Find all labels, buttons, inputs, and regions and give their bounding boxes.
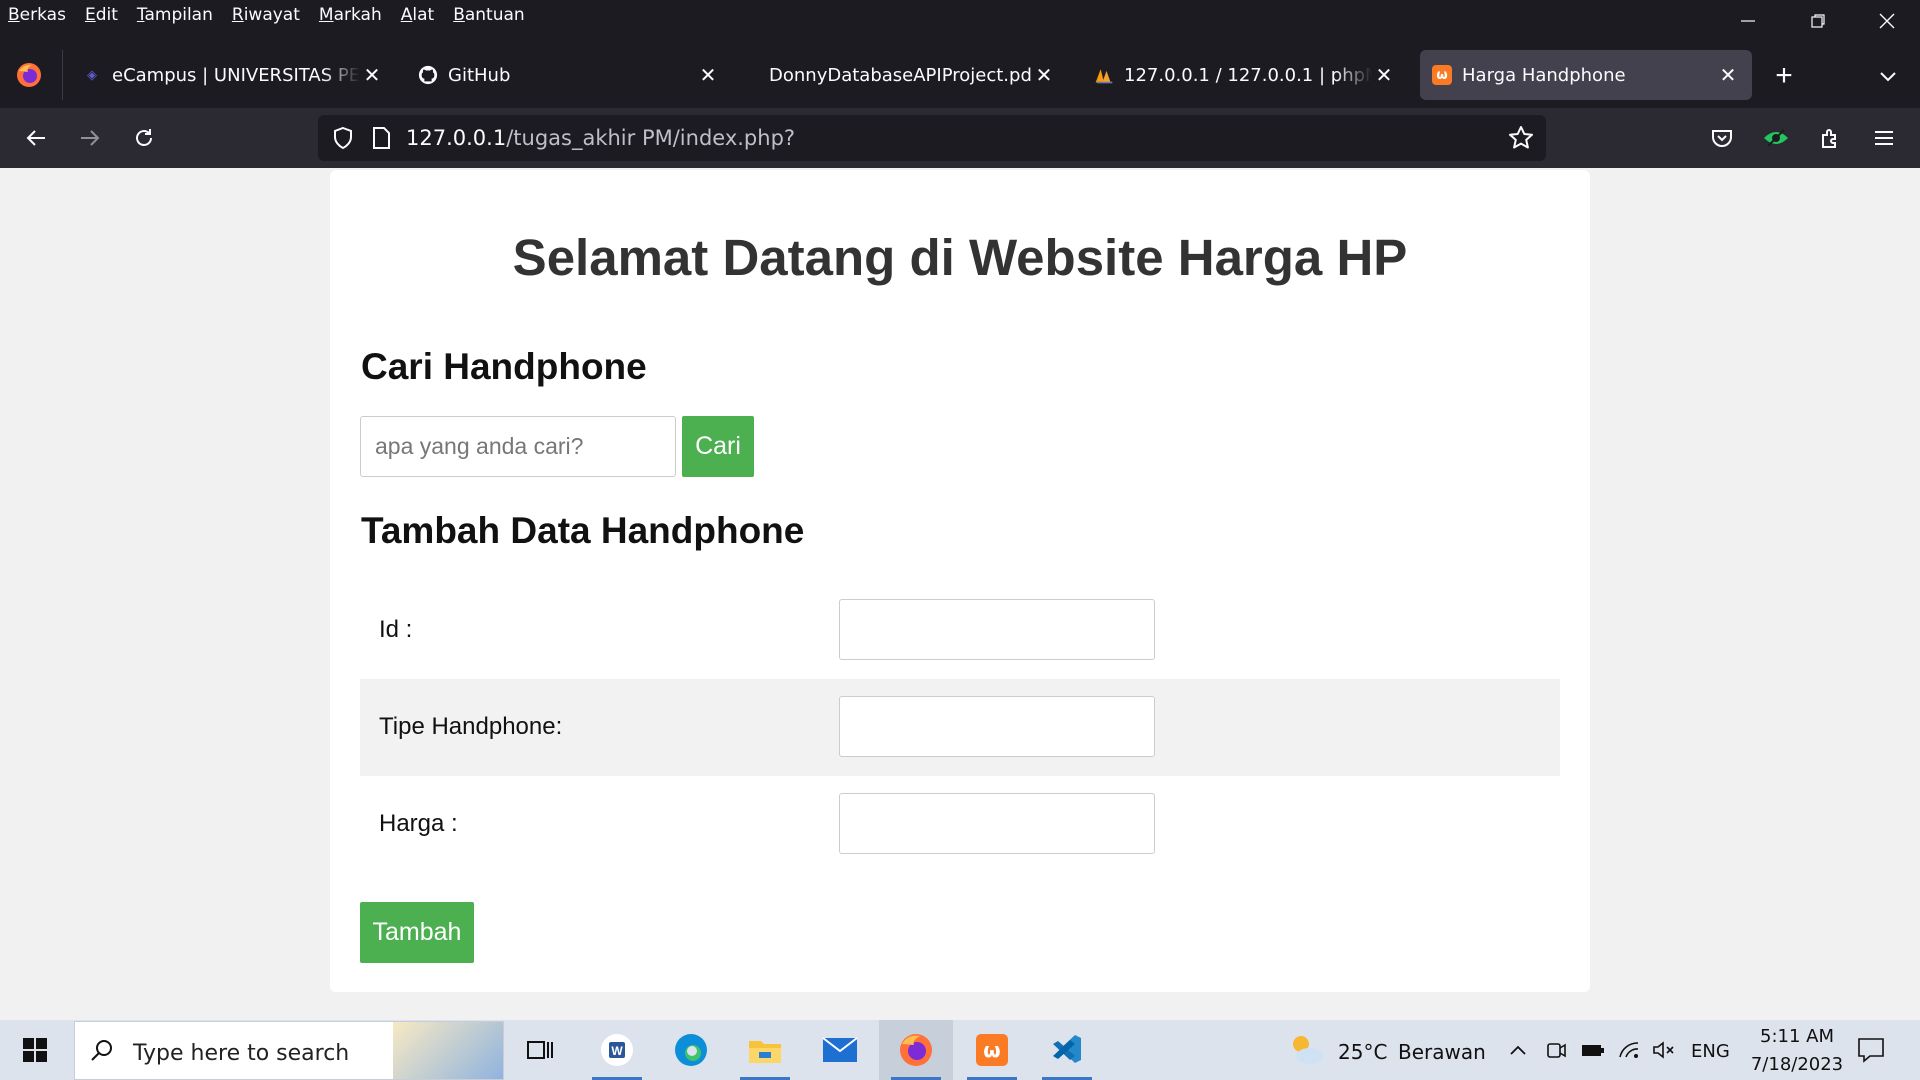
tab-title: Harga Handphone (1462, 64, 1626, 86)
form-row-tipe: Tipe Handphone: (360, 679, 1560, 776)
windows-icon[interactable] (0, 1020, 70, 1080)
form-row-harga: Harga : (360, 776, 1560, 873)
menu-edit[interactable]: Edit (85, 5, 118, 25)
extension-eye-icon[interactable] (1756, 118, 1796, 158)
close-tab-icon[interactable]: ✕ (1032, 63, 1056, 87)
close-tab-icon[interactable]: ✕ (1716, 63, 1740, 87)
page-viewport: Selamat Datang di Website Harga HP Cari … (0, 168, 1920, 1020)
close-window-button[interactable] (1852, 0, 1920, 42)
star-icon[interactable] (1508, 125, 1534, 151)
browser-chrome: Berkas Edit Tampilan Riwayat Markah Alat… (0, 0, 1920, 168)
close-tab-icon[interactable]: ✕ (360, 63, 384, 87)
tab-phpmyadmin[interactable]: 127.0.0.1 / 127.0.0.1 | phpMyAdmin ✕ (1082, 50, 1408, 100)
search-section-title: Cari Handphone (361, 346, 647, 387)
tab-pdf[interactable]: DonnyDatabaseAPIProject.pdf ✕ (742, 50, 1068, 100)
notification-icon[interactable] (1856, 1036, 1886, 1069)
meet-icon[interactable] (1545, 1040, 1567, 1065)
content-card: Selamat Datang di Website Harga HP Cari … (330, 170, 1590, 992)
tab-title: eCampus | UNIVERSITAS PELITA HARAPAN (112, 64, 360, 86)
weather-temp: 25°C (1338, 1040, 1388, 1064)
page-title: Selamat Datang di Website Harga HP (512, 229, 1408, 286)
back-button[interactable] (16, 118, 56, 158)
search-button[interactable]: Cari (682, 416, 754, 477)
url-host: 127.0.0.1 (406, 126, 507, 150)
clock-date[interactable]: 7/18/2023 (1744, 1054, 1850, 1075)
edge-icon[interactable] (654, 1020, 728, 1080)
wifi-icon[interactable] (1618, 1040, 1642, 1065)
tab-harga-handphone[interactable]: ω Harga Handphone ✕ (1420, 50, 1752, 100)
firefox-taskbar-icon[interactable] (879, 1020, 953, 1080)
minimize-button[interactable] (1713, 0, 1783, 42)
harga-label: Harga : (379, 810, 458, 837)
tab-bar: ◈ eCampus | UNIVERSITAS PELITA HARAPAN ✕… (0, 42, 1920, 108)
menu-riwayat[interactable]: Riwayat (232, 5, 300, 25)
github-icon (418, 65, 438, 85)
form-row-id: Id : (360, 582, 1560, 679)
firefox-icon[interactable] (16, 62, 42, 88)
task-view-icon[interactable] (503, 1020, 577, 1080)
phpmyadmin-icon (1094, 65, 1114, 85)
mail-icon[interactable] (803, 1020, 877, 1080)
battery-icon[interactable] (1580, 1040, 1606, 1065)
tab-title: DonnyDatabaseAPIProject.pdf (769, 64, 1032, 86)
id-label: Id : (379, 616, 413, 643)
taskbar-search-box[interactable]: Type here to search (74, 1021, 504, 1080)
menu-markah[interactable]: Markah (319, 5, 382, 25)
xampp-taskbar-icon[interactable]: ω (955, 1020, 1029, 1080)
close-tab-icon[interactable]: ✕ (1372, 63, 1396, 87)
url-bar[interactable]: 127.0.0.1/tugas_akhir PM/index.php? (318, 115, 1546, 161)
restore-button[interactable] (1783, 0, 1853, 42)
reload-button[interactable] (124, 118, 164, 158)
close-tab-icon[interactable]: ✕ (696, 63, 720, 87)
tipe-handphone-field[interactable] (839, 696, 1155, 757)
new-tab-button[interactable]: + (1766, 58, 1802, 94)
svg-text:ω: ω (983, 1038, 1000, 1062)
harga-field[interactable] (839, 793, 1155, 854)
tipe-label: Tipe Handphone: (379, 713, 563, 740)
svg-text:W: W (611, 1044, 623, 1058)
ecampus-favicon-icon: ◈ (82, 65, 102, 85)
pocket-icon[interactable] (1702, 118, 1742, 158)
menu-tampilan[interactable]: Tampilan (137, 5, 213, 25)
menu-berkas[interactable]: Berkas (8, 5, 66, 25)
id-field[interactable] (839, 599, 1155, 660)
vscode-icon[interactable] (1030, 1020, 1104, 1080)
menu-bar: Berkas Edit Tampilan Riwayat Markah Alat… (0, 0, 1920, 30)
tab-ecampus[interactable]: ◈ eCampus | UNIVERSITAS PELITA HARAPAN ✕ (70, 50, 396, 100)
menu-alat[interactable]: Alat (401, 5, 434, 25)
search-highlight-image (393, 1022, 503, 1079)
page-icon[interactable] (370, 125, 392, 151)
speaker-muted-icon[interactable] (1652, 1040, 1676, 1065)
chevron-up-icon[interactable] (1508, 1040, 1528, 1065)
search-icon (89, 1038, 115, 1069)
navigation-toolbar: 127.0.0.1/tugas_akhir PM/index.php? (0, 108, 1920, 168)
add-section-title: Tambah Data Handphone (361, 510, 805, 551)
tab-title: 127.0.0.1 / 127.0.0.1 | phpMyAdmin (1124, 64, 1372, 86)
tab-title: GitHub (448, 64, 511, 86)
list-all-tabs-button[interactable] (1872, 60, 1904, 92)
word-app-icon[interactable]: W (580, 1020, 654, 1080)
tab-github[interactable]: GitHub ✕ (406, 50, 732, 100)
taskbar-search-placeholder: Type here to search (133, 1041, 350, 1066)
url-path: /tugas_akhir PM/index.php? (506, 126, 796, 150)
menu-bantuan[interactable]: Bantuan (453, 5, 525, 25)
tambah-button[interactable]: Tambah (360, 902, 474, 963)
hamburger-icon[interactable] (1864, 118, 1904, 158)
search-input[interactable]: apa yang anda cari? (360, 416, 676, 477)
language-indicator[interactable]: ENG (1691, 1041, 1730, 1062)
extensions-icon[interactable] (1810, 118, 1850, 158)
xampp-icon: ω (1432, 65, 1452, 85)
shield-icon[interactable] (330, 125, 356, 151)
windows-taskbar: Type here to search W ω 25°C Berawan ENG… (0, 1020, 1920, 1080)
forward-button[interactable] (70, 118, 110, 158)
weather-icon[interactable] (1288, 1032, 1326, 1073)
file-explorer-icon[interactable] (728, 1020, 802, 1080)
weather-desc: Berawan (1398, 1040, 1486, 1064)
clock-time[interactable]: 5:11 AM (1754, 1026, 1840, 1047)
